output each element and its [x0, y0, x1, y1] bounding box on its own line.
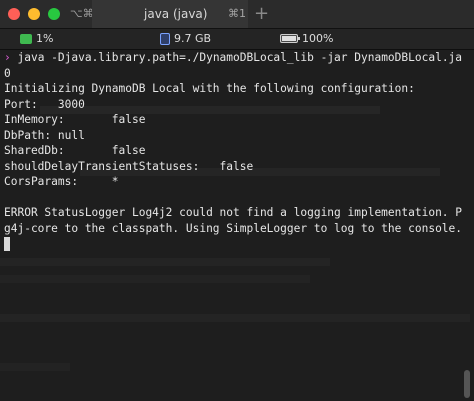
- minimize-window-button[interactable]: [28, 8, 40, 20]
- output-line: InMemory: false: [4, 113, 146, 126]
- tab-title: java (java): [144, 7, 208, 21]
- command-line-wrap: 0: [4, 66, 11, 80]
- terminal-output[interactable]: › java -Djava.library.path=./DynamoDBLoc…: [0, 50, 474, 401]
- cpu-icon: [20, 33, 32, 44]
- output-line: Initializing DynamoDB Local with the fol…: [4, 82, 415, 95]
- command-text: java -Djava.library.path=./DynamoDBLocal…: [17, 51, 462, 64]
- battery-fill: [282, 36, 296, 41]
- output-line: SharedDb: false: [4, 144, 146, 157]
- scrollbar[interactable]: [464, 370, 470, 398]
- cpu-status: 1%: [20, 32, 53, 45]
- memory-value: 9.7 GB: [174, 32, 212, 45]
- output-line: shouldDelayTransientStatuses: false: [4, 159, 254, 173]
- text-cursor: [4, 237, 10, 251]
- cpu-value: 1%: [36, 32, 54, 45]
- tab-shortcut: ⌘1: [228, 7, 246, 20]
- zoom-window-button[interactable]: [48, 8, 60, 20]
- output-line: CorsParams: *: [4, 175, 119, 188]
- memory-icon: [160, 32, 170, 45]
- output-line: ERROR StatusLogger Log4j2 could not find…: [4, 206, 462, 219]
- output-line: Port: 3000: [4, 97, 85, 111]
- close-window-button[interactable]: [8, 8, 20, 20]
- battery-status: 100%: [280, 32, 333, 45]
- battery-value: 100%: [302, 32, 334, 45]
- title-bar: ⌥⌘1 java (java) ⌘1 +: [0, 0, 474, 29]
- new-tab-button[interactable]: +: [254, 3, 269, 24]
- tab-java[interactable]: java (java) ⌘1: [92, 0, 248, 28]
- command-line: › java -Djava.library.path=./DynamoDBLoc…: [4, 50, 462, 66]
- status-bar: 1% 9.7 GB 100%: [0, 29, 474, 50]
- memory-status: 9.7 GB: [160, 32, 211, 45]
- prompt-symbol: ›: [4, 51, 11, 64]
- output-line: DbPath: null: [4, 128, 85, 142]
- battery-icon: [280, 34, 300, 43]
- output-line: g4j-core to the classpath. Using SimpleL…: [4, 221, 462, 235]
